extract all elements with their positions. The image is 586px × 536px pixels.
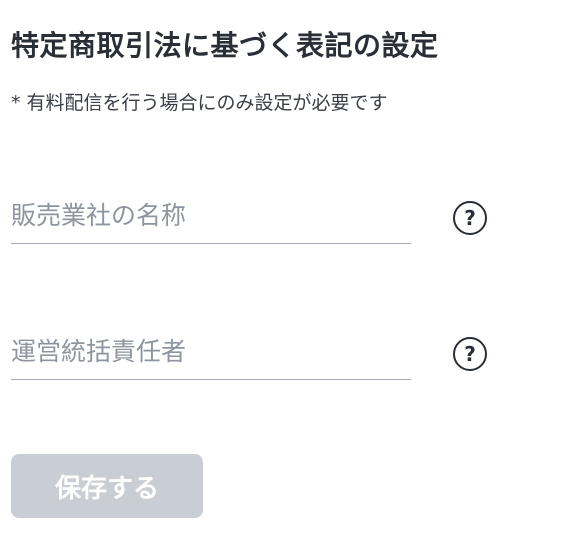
operations-manager-help-icon[interactable]: ?: [453, 337, 487, 371]
seller-name-input[interactable]: [11, 188, 411, 244]
save-button[interactable]: 保存する: [11, 454, 203, 518]
seller-name-help-icon[interactable]: ?: [453, 201, 487, 235]
operations-manager-input[interactable]: [11, 324, 411, 380]
section-title: 特定商取引法に基づく表記の設定: [11, 29, 439, 62]
operations-manager-field-container: [11, 324, 411, 384]
seller-name-field-container: [11, 188, 411, 248]
required-note: * 有料配信を行う場合にのみ設定が必要です: [11, 92, 388, 114]
